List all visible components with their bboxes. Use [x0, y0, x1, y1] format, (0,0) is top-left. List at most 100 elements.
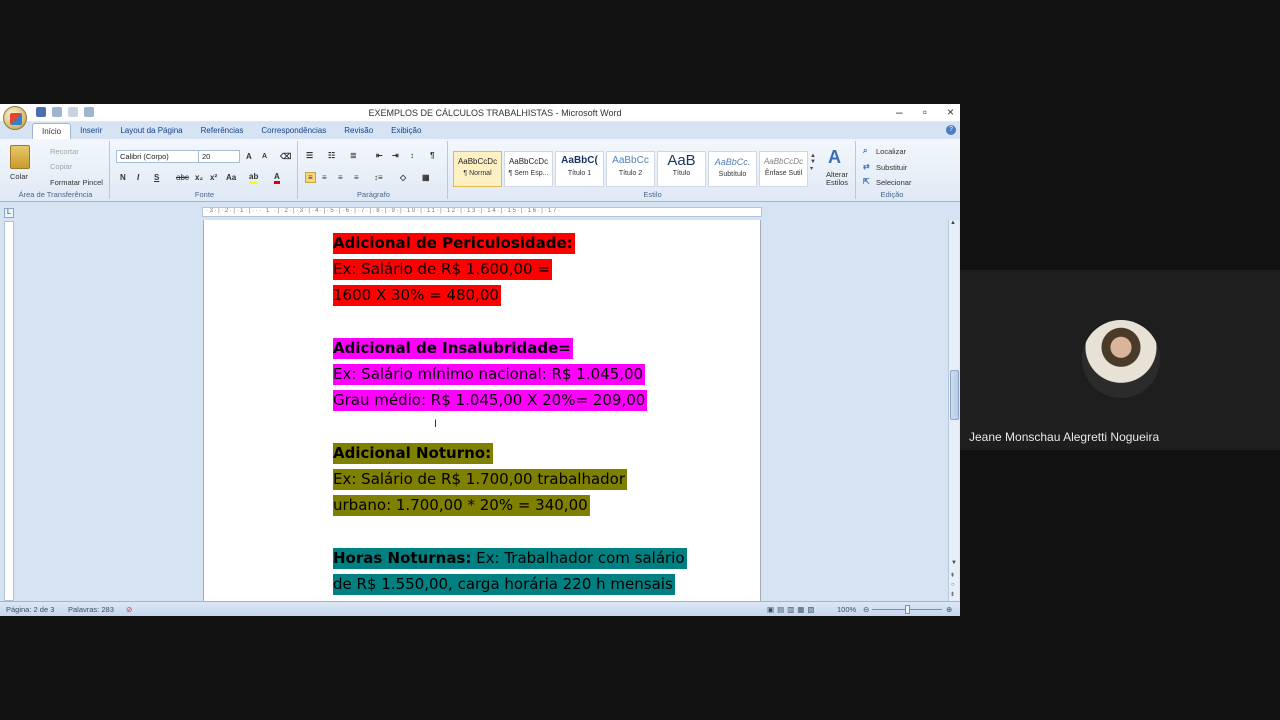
- scroll-down-icon[interactable]: ▼: [951, 560, 957, 566]
- cut-button[interactable]: Recortar: [50, 147, 79, 156]
- zoom-in-icon[interactable]: ⊕: [946, 605, 952, 614]
- shrink-font-icon[interactable]: A: [262, 153, 267, 160]
- align-center-icon[interactable]: ≡: [322, 173, 327, 182]
- zoom-out-icon[interactable]: ⊖: [863, 605, 869, 614]
- sort-icon[interactable]: ↕: [410, 151, 414, 160]
- copy-button[interactable]: Copiar: [50, 162, 72, 171]
- find-icon: ⌕: [863, 146, 868, 155]
- editing-label: Edição: [880, 190, 904, 199]
- ribbon-tabs: Início Inserir Layout da Página Referênc…: [0, 123, 960, 139]
- tab-correspondencias[interactable]: Correspondências: [252, 123, 335, 139]
- prev-page-icon[interactable]: ⇞: [950, 572, 955, 579]
- scroll-up-icon[interactable]: ▲: [950, 220, 956, 226]
- participant-avatar: [1082, 320, 1160, 398]
- editing-group: Localizar Substituir Selecionar ⌕ ⇄ ⇱ Ed…: [858, 141, 926, 199]
- style-normal[interactable]: AaBbCcDc ¶ Normal: [453, 151, 502, 187]
- doc-insalubridade-line1: Ex: Salário mínimo nacional: R$ 1.045,00: [333, 364, 646, 385]
- window-title: EXEMPLOS DE CÁLCULOS TRABALHISTAS - Micr…: [368, 108, 622, 118]
- view-buttons[interactable]: ▣▤▥▦▧: [767, 605, 817, 614]
- style-subtle-emphasis[interactable]: AaBbCcDc Ênfase Sutil: [759, 151, 808, 187]
- doc-horas-noturnas-line1: Horas Noturnas: Ex: Trabalhador com salá…: [333, 548, 687, 569]
- font-name-select[interactable]: Calibri (Corpo): [116, 150, 200, 163]
- style-title[interactable]: AaB Título: [657, 151, 706, 187]
- multilevel-icon[interactable]: ≣: [350, 151, 357, 160]
- font-color-icon[interactable]: A: [274, 172, 280, 184]
- browse-object-icon[interactable]: ○: [951, 582, 955, 588]
- style-heading-2[interactable]: AaBbCc Título 2: [606, 151, 655, 187]
- vertical-ruler[interactable]: [4, 221, 14, 601]
- italic-icon[interactable]: I: [137, 173, 139, 182]
- tab-referencias[interactable]: Referências: [192, 123, 253, 139]
- font-group: Calibri (Corpo) 20 A A ⌫ N I S abc x₂ x²…: [112, 141, 298, 199]
- replace-button[interactable]: Substituir: [876, 163, 907, 172]
- tab-layout[interactable]: Layout da Página: [111, 123, 191, 139]
- proofing-icon[interactable]: ⊘: [126, 605, 132, 614]
- align-left-icon[interactable]: ≡: [305, 172, 316, 183]
- clear-format-icon[interactable]: ⌫: [280, 152, 291, 161]
- styles-more-icon[interactable]: ▲ ▼ ▾: [810, 153, 816, 172]
- change-styles-icon[interactable]: A: [828, 147, 841, 168]
- page-count[interactable]: Página: 2 de 3: [6, 605, 54, 614]
- minimize-icon[interactable]: –: [896, 105, 903, 119]
- shading-icon[interactable]: ◇: [400, 173, 406, 182]
- zoom-level[interactable]: 100%: [837, 605, 856, 614]
- document-page[interactable]: Adicional de Periculosidade: Ex: Salário…: [203, 220, 761, 602]
- tab-exibicao[interactable]: Exibição: [382, 123, 430, 139]
- justify-icon[interactable]: ≡: [354, 173, 359, 182]
- paste-button[interactable]: Colar: [10, 172, 28, 181]
- bullets-icon[interactable]: ☰: [306, 151, 313, 160]
- replace-icon: ⇄: [863, 162, 870, 171]
- clipboard-group: Colar Recortar Copiar Formatar Pincel Ár…: [2, 141, 110, 199]
- office-logo-icon: [10, 113, 22, 125]
- highlight-icon[interactable]: ab: [249, 172, 259, 184]
- doc-periculosidade-title: Adicional de Periculosidade:: [333, 233, 575, 254]
- superscript-icon[interactable]: x²: [210, 173, 217, 182]
- change-styles-button[interactable]: Alterar Estilos: [820, 171, 854, 187]
- decrease-indent-icon[interactable]: ⇤: [376, 151, 383, 160]
- vertical-scrollbar[interactable]: ▲ ▼ ⇞ ○ ⇟: [948, 220, 959, 602]
- doc-horas-noturnas-line2: de R$ 1.550,00, carga horária 220 h mens…: [333, 574, 675, 595]
- underline-icon[interactable]: S: [154, 173, 159, 182]
- subscript-icon[interactable]: x₂: [195, 173, 203, 182]
- close-icon[interactable]: ×: [947, 105, 954, 119]
- ribbon: Colar Recortar Copiar Formatar Pincel Ár…: [0, 139, 960, 202]
- find-button[interactable]: Localizar: [876, 147, 906, 156]
- tab-inicio[interactable]: Início: [32, 123, 72, 139]
- paragraph-label: Parágrafo: [357, 190, 390, 199]
- tab-selector[interactable]: L: [4, 208, 14, 218]
- window-controls: – ▫ ×: [896, 105, 954, 119]
- borders-icon[interactable]: ▦: [422, 173, 430, 182]
- line-spacing-icon[interactable]: ↕≡: [374, 173, 383, 182]
- screen: EXEMPLOS DE CÁLCULOS TRABALHISTAS - Micr…: [0, 0, 1280, 720]
- bold-icon[interactable]: N: [120, 173, 126, 182]
- style-no-spacing[interactable]: AaBbCcDc ¶ Sem Esp...: [504, 151, 553, 187]
- status-bar: Página: 2 de 3 Palavras: 283 ⊘ ▣▤▥▦▧ 100…: [0, 601, 960, 616]
- office-button[interactable]: [3, 106, 27, 130]
- doc-horas-noturnas-title: Horas Noturnas:: [333, 549, 472, 567]
- font-size-select[interactable]: 20: [198, 150, 240, 163]
- help-icon[interactable]: ?: [946, 125, 956, 135]
- font-label: Fonte: [194, 190, 215, 199]
- tab-revisao[interactable]: Revisão: [335, 123, 382, 139]
- style-heading-1[interactable]: AaBbC(Título 1: [555, 151, 604, 187]
- change-case-icon[interactable]: Aa: [226, 173, 236, 182]
- styles-group: AaBbCcDc ¶ Normal AaBbCcDc ¶ Sem Esp... Aa…: [450, 141, 856, 199]
- scrollbar-thumb[interactable]: [950, 370, 959, 420]
- select-button[interactable]: Selecionar: [876, 178, 911, 187]
- style-subtitle[interactable]: AaBbCc. Subtítulo: [708, 151, 757, 187]
- doc-periculosidade-line1: Ex: Salário de R$ 1.600,00 =: [333, 259, 552, 280]
- strikethrough-icon[interactable]: abc: [176, 173, 189, 182]
- tab-inserir[interactable]: Inserir: [71, 123, 111, 139]
- format-painter-button[interactable]: Formatar Pincel: [50, 178, 103, 187]
- align-right-icon[interactable]: ≡: [338, 173, 343, 182]
- show-marks-icon[interactable]: ¶: [430, 151, 434, 160]
- maximize-icon[interactable]: ▫: [923, 105, 927, 119]
- grow-font-icon[interactable]: A: [246, 152, 252, 161]
- word-count[interactable]: Palavras: 283: [68, 605, 114, 614]
- numbering-icon[interactable]: ☷: [328, 151, 335, 160]
- next-page-icon[interactable]: ⇟: [950, 591, 955, 598]
- zoom-slider-knob[interactable]: [905, 605, 910, 614]
- increase-indent-icon[interactable]: ⇥: [392, 151, 399, 160]
- paste-icon[interactable]: [10, 145, 30, 169]
- paragraph-group: ☰ ☷ ≣ ⇤ ⇥ ↕ ¶ ≡ ≡ ≡ ≡ ↕≡ ◇ ▦ Parágrafo: [300, 141, 448, 199]
